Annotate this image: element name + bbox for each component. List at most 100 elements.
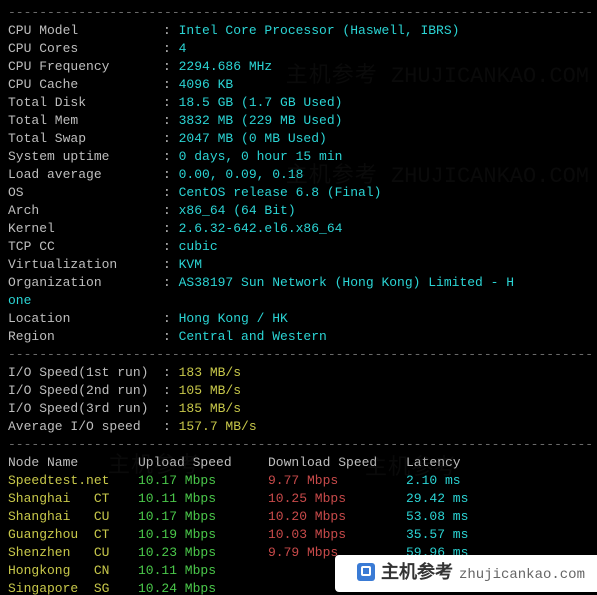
sysinfo-row: CPU Frequency: 2294.686 MHz — [8, 58, 589, 76]
sysinfo-label: Total Swap — [8, 130, 163, 148]
sysinfo-label: CPU Cache — [8, 76, 163, 94]
node-name: Shanghai CU — [8, 508, 138, 526]
sysinfo-label: I/O Speed(2nd run) — [8, 382, 163, 400]
sysinfo-label: Kernel — [8, 220, 163, 238]
sysinfo-row: System uptime: 0 days, 0 hour 15 min — [8, 148, 589, 166]
sysinfo-value: 0.00, 0.09, 0.18 — [179, 167, 304, 182]
sysinfo-label: Arch — [8, 202, 163, 220]
download-speed: 9.77 Mbps — [268, 472, 406, 490]
watermark-overlay: 主机参考 zhujicankao.com — [335, 555, 597, 592]
sysinfo-row: TCP CC: cubic — [8, 238, 589, 256]
sysinfo-row: Total Swap: 2047 MB (0 MB Used) — [8, 130, 589, 148]
latency: 35.57 ms — [406, 526, 468, 544]
upload-speed: 10.17 Mbps — [138, 508, 268, 526]
col-download: Download Speed — [268, 454, 406, 472]
sysinfo-row: I/O Speed(2nd run): 105 MB/s — [8, 382, 589, 400]
sysinfo-row: I/O Speed(1st run): 183 MB/s — [8, 364, 589, 382]
sysinfo-label: System uptime — [8, 148, 163, 166]
node-name: Shanghai CT — [8, 490, 138, 508]
sysinfo-row: Total Disk: 18.5 GB (1.7 GB Used) — [8, 94, 589, 112]
sysinfo-row: Total Mem: 3832 MB (229 MB Used) — [8, 112, 589, 130]
node-name: Singapore SG — [8, 580, 138, 595]
speed-row: Speedtest.net10.17 Mbps9.77 Mbps2.10 ms — [8, 472, 589, 490]
sysinfo-value: cubic — [179, 239, 218, 254]
col-upload: Upload Speed — [138, 454, 268, 472]
sysinfo-label: Virtualization — [8, 256, 163, 274]
sysinfo-row: Region: Central and Western — [8, 328, 589, 346]
upload-speed: 10.11 Mbps — [138, 490, 268, 508]
upload-speed: 10.17 Mbps — [138, 472, 268, 490]
sysinfo-label: I/O Speed(3rd run) — [8, 400, 163, 418]
sysinfo-row: CPU Cores: 4 — [8, 40, 589, 58]
sysinfo-value: 105 MB/s — [179, 383, 241, 398]
sysinfo-row: OS: CentOS release 6.8 (Final) — [8, 184, 589, 202]
sysinfo-label: Load average — [8, 166, 163, 184]
col-node: Node Name — [8, 454, 138, 472]
sysinfo-value: 185 MB/s — [179, 401, 241, 416]
sysinfo-label: Location — [8, 310, 163, 328]
sysinfo-value: Central and Western — [179, 329, 327, 344]
sysinfo-row: Organization: AS38197 Sun Network (Hong … — [8, 274, 589, 292]
sysinfo-value: KVM — [179, 257, 202, 272]
upload-speed: 10.11 Mbps — [138, 562, 268, 580]
latency: 2.10 ms — [406, 472, 461, 490]
sysinfo-row: Load average: 0.00, 0.09, 0.18 — [8, 166, 589, 184]
sysinfo-row: I/O Speed(3rd run): 185 MB/s — [8, 400, 589, 418]
sysinfo-value: 2.6.32-642.el6.x86_64 — [179, 221, 343, 236]
sysinfo-value: 3832 MB (229 MB Used) — [179, 113, 343, 128]
sysinfo-label: Organization — [8, 274, 163, 292]
download-speed: 10.03 Mbps — [268, 526, 406, 544]
sysinfo-value: 4096 KB — [179, 77, 234, 92]
sysinfo-row: Location: Hong Kong / HK — [8, 310, 589, 328]
sysinfo-row: Virtualization: KVM — [8, 256, 589, 274]
sysinfo-value: 157.7 MB/s — [179, 419, 257, 434]
sysinfo-value: 183 MB/s — [179, 365, 241, 380]
sysinfo-value: Hong Kong / HK — [179, 311, 288, 326]
node-name: Shenzhen CU — [8, 544, 138, 562]
sysinfo-value: CentOS release 6.8 (Final) — [179, 185, 382, 200]
col-latency: Latency — [406, 454, 461, 472]
sysinfo-row: Average I/O speed: 157.7 MB/s — [8, 418, 589, 436]
sysinfo-label: OS — [8, 184, 163, 202]
sysinfo-value: 2047 MB (0 MB Used) — [179, 131, 327, 146]
download-speed: 10.25 Mbps — [268, 490, 406, 508]
speed-header: Node NameUpload SpeedDownload SpeedLaten… — [8, 454, 589, 472]
upload-speed: 10.19 Mbps — [138, 526, 268, 544]
latency: 53.08 ms — [406, 508, 468, 526]
download-speed: 10.20 Mbps — [268, 508, 406, 526]
sysinfo-row: CPU Cache: 4096 KB — [8, 76, 589, 94]
latency: 29.42 ms — [406, 490, 468, 508]
sysinfo-value: 0 days, 0 hour 15 min — [179, 149, 343, 164]
terminal-output: 主机参考 ZHUJICANKAO.COM 主机参考 ZHUJICANKAO.CO… — [0, 0, 597, 595]
divider: ----------------------------------------… — [8, 4, 589, 22]
sysinfo-label: CPU Cores — [8, 40, 163, 58]
sysinfo-value: AS38197 Sun Network (Hong Kong) Limited … — [179, 275, 514, 290]
node-name: Guangzhou CT — [8, 526, 138, 544]
sysinfo-row: CPU Model: Intel Core Processor (Haswell… — [8, 22, 589, 40]
sysinfo-label: CPU Model — [8, 22, 163, 40]
sysinfo-label: TCP CC — [8, 238, 163, 256]
sysinfo-label: CPU Frequency — [8, 58, 163, 76]
speed-row: Shanghai CT10.11 Mbps10.25 Mbps29.42 ms — [8, 490, 589, 508]
divider: ----------------------------------------… — [8, 436, 589, 454]
node-name: Speedtest.net — [8, 472, 138, 490]
divider: ----------------------------------------… — [8, 346, 589, 364]
logo-icon — [357, 563, 375, 581]
overlay-name: 主机参考 — [381, 564, 453, 584]
sysinfo-value: x86_64 (64 Bit) — [179, 203, 296, 218]
upload-speed: 10.23 Mbps — [138, 544, 268, 562]
overlay-domain: zhujicankao.com — [459, 567, 585, 583]
sysinfo-value: 4 — [179, 41, 187, 56]
upload-speed: 10.24 Mbps — [138, 580, 268, 595]
sysinfo-value: 18.5 GB (1.7 GB Used) — [179, 95, 343, 110]
sysinfo-value: 2294.686 MHz — [179, 59, 273, 74]
sysinfo-row: Arch: x86_64 (64 Bit) — [8, 202, 589, 220]
sysinfo-label: Total Mem — [8, 112, 163, 130]
sysinfo-label: I/O Speed(1st run) — [8, 364, 163, 382]
sysinfo-label: Total Disk — [8, 94, 163, 112]
sysinfo-value: Intel Core Processor (Haswell, IBRS) — [179, 23, 460, 38]
sysinfo-label: Average I/O speed — [8, 418, 163, 436]
speed-row: Shanghai CU10.17 Mbps10.20 Mbps53.08 ms — [8, 508, 589, 526]
sysinfo-label: Region — [8, 328, 163, 346]
sysinfo-row: Kernel: 2.6.32-642.el6.x86_64 — [8, 220, 589, 238]
